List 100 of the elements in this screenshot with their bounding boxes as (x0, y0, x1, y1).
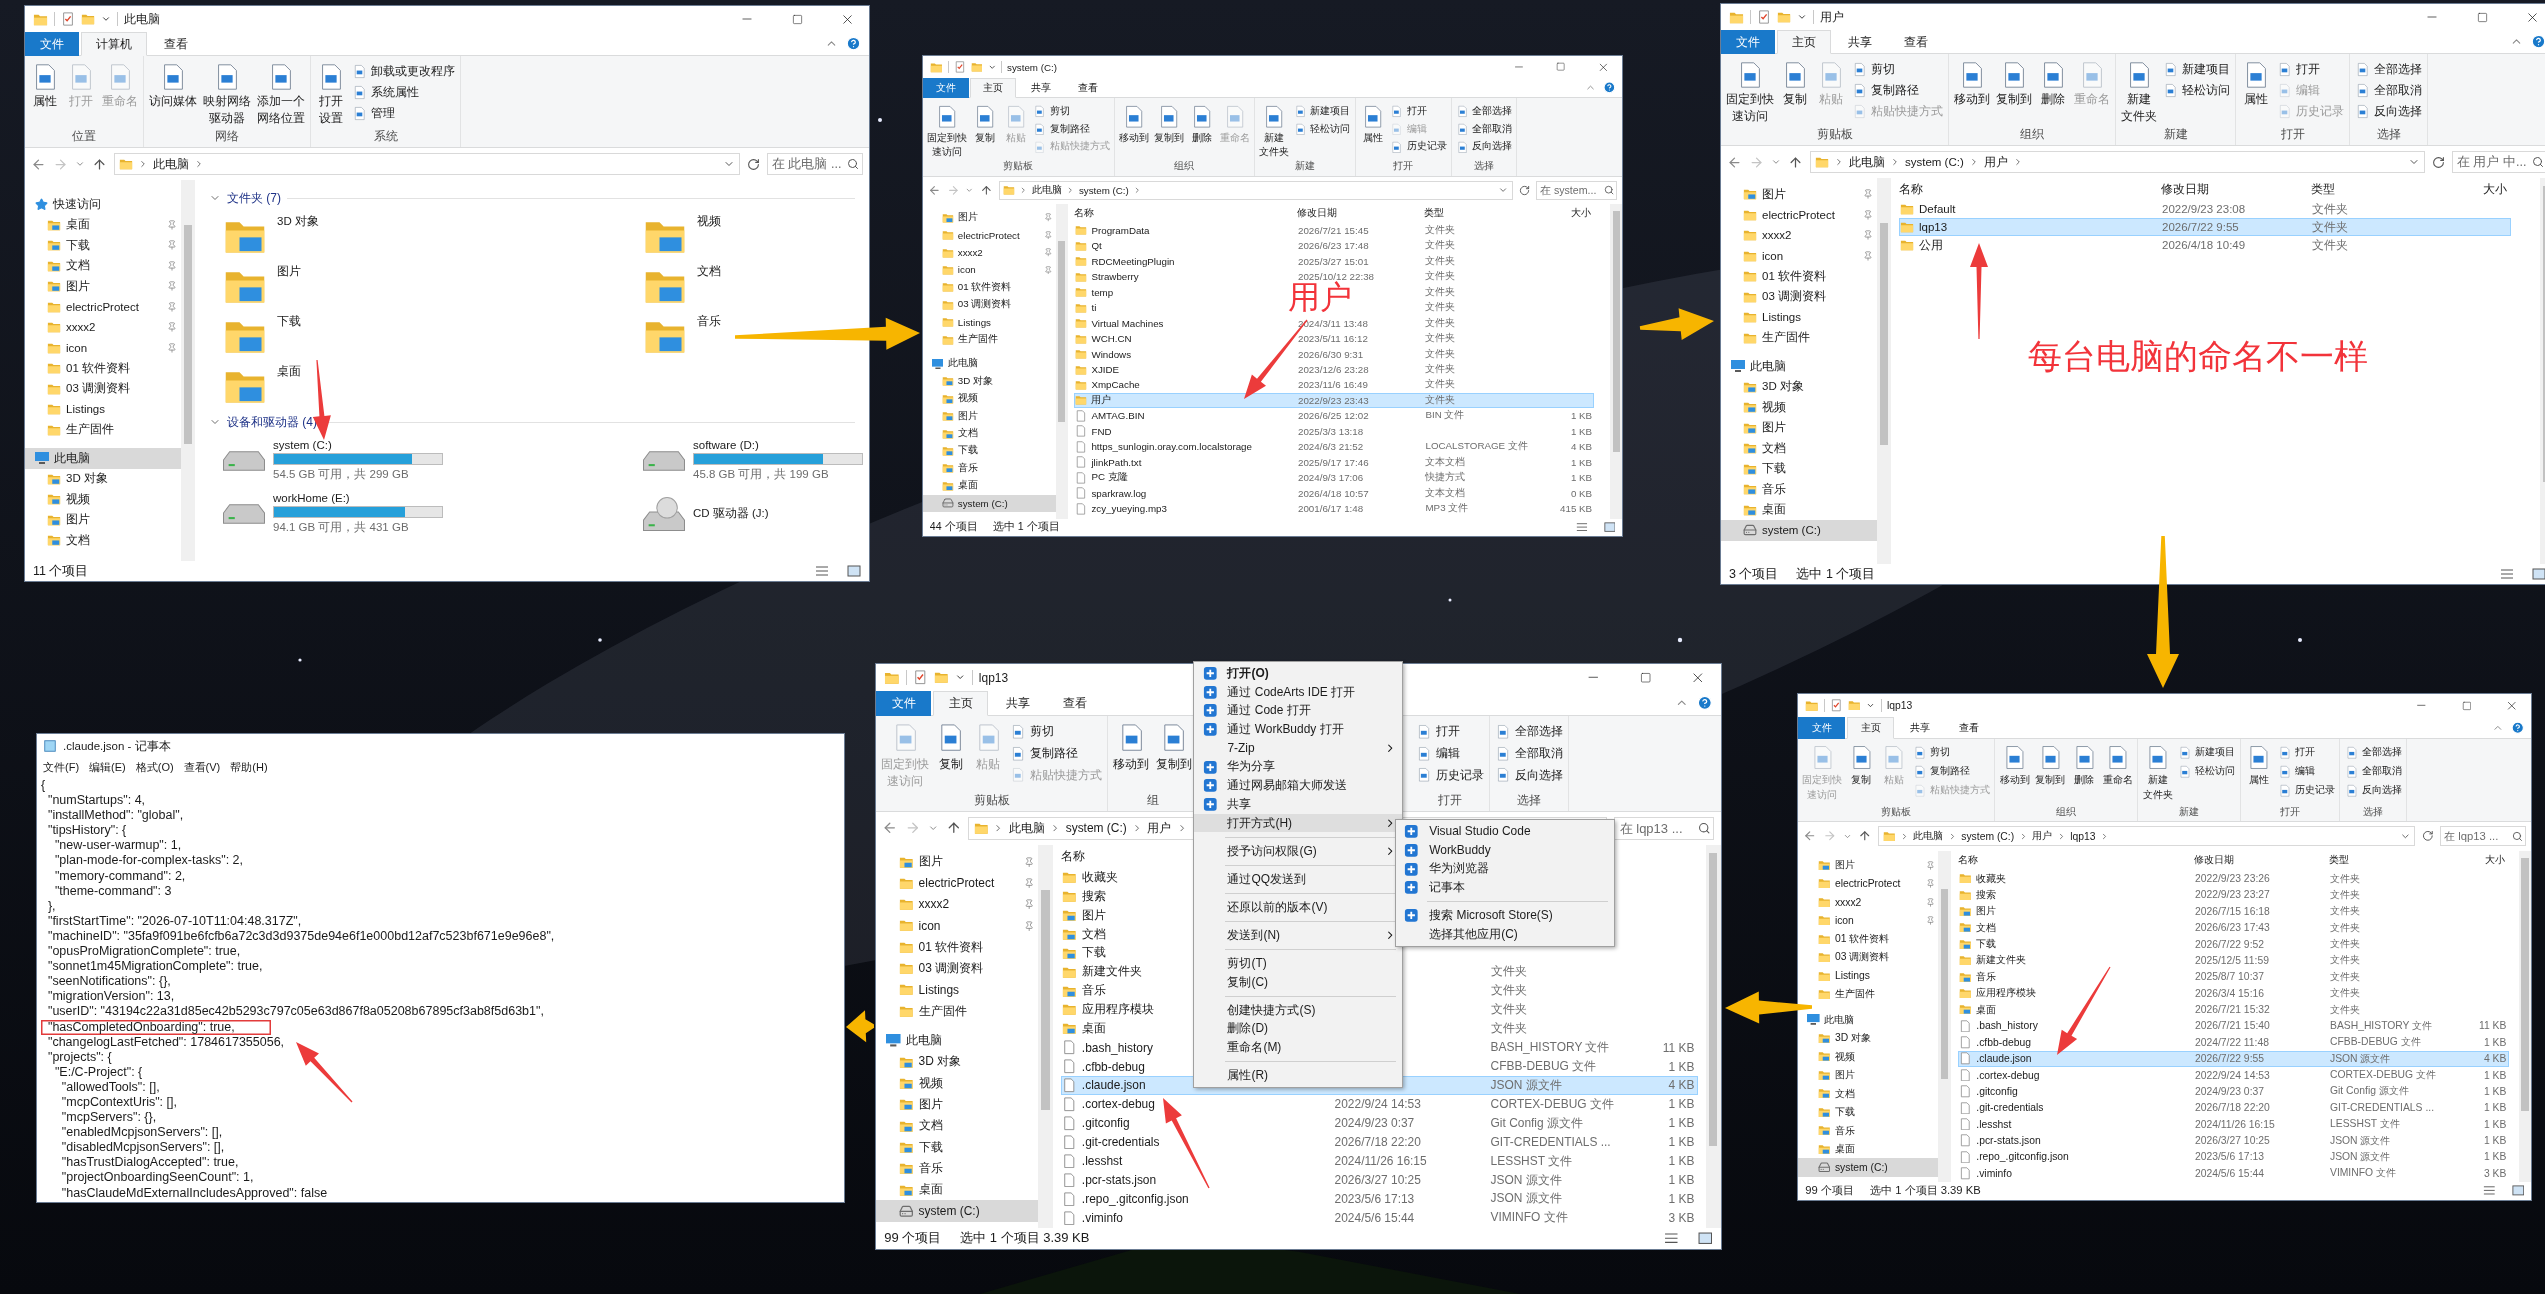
file-type: 文件夹 (1425, 316, 1457, 330)
file-name: 下载 (1081, 944, 1106, 962)
file-name: .lesshst (1976, 1118, 2012, 1130)
window-title: lqp13 (1887, 700, 1913, 712)
file-name: XmpCache (1091, 379, 1140, 391)
file-name: AMTAG.BIN (1091, 410, 1145, 422)
text-line: "hasTrustDialogAccepted": true, (60, 1155, 239, 1171)
modified-date: 2025/3/3 13:18 (1298, 425, 1365, 437)
file-type: VIMINFO 文件 (2330, 1166, 2397, 1181)
modified-date: 2023/5/11 16:12 (1298, 333, 1369, 345)
file-type: 文件夹 (1425, 301, 1457, 315)
file-size: 0 KB (1570, 487, 1593, 499)
file-size: 4 KB (2483, 1053, 2507, 1065)
modified-date: 2026/7/22 9:55 (2162, 221, 2240, 234)
modified-date: 2024/7/22 11:48 (2195, 1036, 2270, 1048)
file-size: 4 KB (1570, 441, 1593, 453)
group-label: 新建 (2179, 804, 2200, 819)
status-text: 99 个项目 (884, 1229, 942, 1248)
modified-date: 2001/6/17 1:48 (1298, 503, 1365, 515)
file-type: CORTEX-DEBUG 文件 (1490, 1095, 1615, 1113)
file-type: 文件夹 (1490, 963, 1528, 981)
text-line: "installMethod": "global", (46, 808, 184, 824)
file-name: 文档 (1976, 920, 1997, 935)
file-name: 文档 (1081, 925, 1106, 943)
file-name: 收藏夹 (1976, 871, 2007, 886)
modified-date: 2026/3/4 15:16 (2195, 987, 2265, 999)
modified-date: 2023/11/6 16:49 (1298, 379, 1369, 391)
text-line: "migrationVersion": 13, (46, 989, 175, 1005)
file-type: 文件夹 (1425, 393, 1457, 407)
modified-date: 2022/9/24 14:53 (2195, 1069, 2271, 1081)
modified-date: 2022/9/23 23:08 (2162, 203, 2247, 216)
status-text: 选中 1 个项目 (1796, 565, 1876, 583)
status-text: 选中 1 个项目 3.39 KB (1870, 1183, 1981, 1199)
file-type: LESSHST 文件 (1490, 1152, 1574, 1170)
file-type: 文件夹 (1425, 270, 1457, 284)
group-label: 打开 (2280, 804, 2301, 819)
modified-date: 2024/5/6 15:44 (1334, 1210, 1416, 1225)
modified-date: 2026/3/27 10:25 (2195, 1135, 2271, 1147)
text-line: "projects": { (46, 1049, 112, 1065)
file-name: PC 克隆 (1091, 471, 1128, 485)
modified-date: 2023/5/6 17:13 (2195, 1151, 2265, 1163)
file-name: .repo_.gitconfig.json (1081, 1191, 1189, 1206)
file-name: .cfbb-debug (1976, 1036, 2031, 1048)
file-type: CFBB-DEBUG 文件 (1490, 1058, 1598, 1075)
modified-date: 2022/9/23 23:27 (2195, 889, 2271, 901)
text-line: "memory-command": 2, (53, 868, 186, 884)
file-type: GIT-CREDENTIALS ... (1490, 1135, 1612, 1150)
drive-space: 45.8 GB 可用，共 199 GB (693, 467, 830, 482)
modified-date: 2026/7/15 16:18 (2195, 905, 2271, 917)
modified-date: 2024/6/3 21:52 (1298, 441, 1365, 453)
file-size: 1 KB (2483, 1118, 2507, 1130)
file-size: 1 KB (1668, 1173, 1695, 1188)
file-name: temp (1091, 286, 1114, 298)
annotation-text: 用户 (1288, 280, 1352, 316)
file-type: JSON 源文件 (2330, 1133, 2392, 1148)
status-text: 选中 1 个项目 3.39 KB (960, 1229, 1090, 1248)
file-type: LOCALSTORAGE 文件 (1425, 440, 1529, 454)
modified-date: 2026/6/23 17:48 (1298, 240, 1370, 252)
file-name: .git-credentials (1081, 1135, 1160, 1150)
file-name: .pcr-stats.json (1976, 1135, 2041, 1147)
file-size: 1 KB (1668, 1059, 1695, 1074)
file-type: 文件夹 (2330, 937, 2361, 952)
group-label: 打开 (1393, 160, 1414, 174)
file-type: 文本文档 (1425, 455, 1467, 469)
window-title: 此电脑 (124, 11, 160, 27)
file-name: 图片 (1081, 906, 1106, 924)
file-name: .viminfo (1976, 1167, 2012, 1179)
modified-date: 2025/9/17 17:46 (1298, 456, 1370, 468)
file-name: .cortex-debug (1081, 1097, 1155, 1112)
file-type: 文件夹 (2330, 1002, 2361, 1017)
text-line: "userID": "43194c22a31d85ec42b5293c797c05e63d867f8a05208b67895cf3ab8f5d63b1", (46, 1004, 544, 1020)
group-label: 新建 (1294, 160, 1315, 174)
file-name: lqp13 (1919, 221, 1948, 234)
file-type: Git Config 源文件 (2330, 1084, 2410, 1099)
group-label: 剪贴板 (1003, 160, 1034, 174)
file-name: https_sunlogin.oray.com.localstorage (1091, 441, 1252, 453)
file-size: 1 KB (1668, 1154, 1695, 1169)
file-type: JSON 源文件 (1490, 1190, 1563, 1208)
file-name: .git-credentials (1976, 1102, 2044, 1114)
modified-date: 2022/9/23 23:43 (1298, 394, 1370, 406)
file-type: Git Config 源文件 (1490, 1114, 1584, 1132)
file-name: Virtual Machines (1091, 317, 1164, 329)
text-line: "plan-mode-for-complex-tasks": 2, (53, 853, 243, 869)
text-line: "opusProMigrationComplete": true, (46, 944, 241, 960)
file-type: 文件夹 (2330, 904, 2361, 919)
file-name: 公用 (1919, 237, 1943, 253)
file-name: sparkraw.log (1091, 487, 1147, 499)
file-name: RDCMeetingPlugin (1091, 255, 1175, 267)
group-label: 系统 (373, 129, 398, 144)
file-name: .gitconfig (1976, 1085, 2018, 1097)
file-name: ti (1091, 302, 1097, 314)
text-line: "disabledMcpjsonServers": [], (60, 1140, 225, 1156)
file-size: 1 KB (2483, 1069, 2507, 1081)
file-name: Default (1919, 203, 1956, 216)
window-title: .claude.json - 记事本 (63, 738, 171, 754)
modified-date: 2026/6/25 12:02 (1298, 410, 1370, 422)
file-name: Strawberry (1091, 271, 1139, 283)
modified-date: 2026/7/21 15:32 (2195, 1004, 2271, 1016)
file-type: JSON 源文件 (2330, 1149, 2392, 1164)
file-name: 桌面 (1081, 1020, 1106, 1038)
